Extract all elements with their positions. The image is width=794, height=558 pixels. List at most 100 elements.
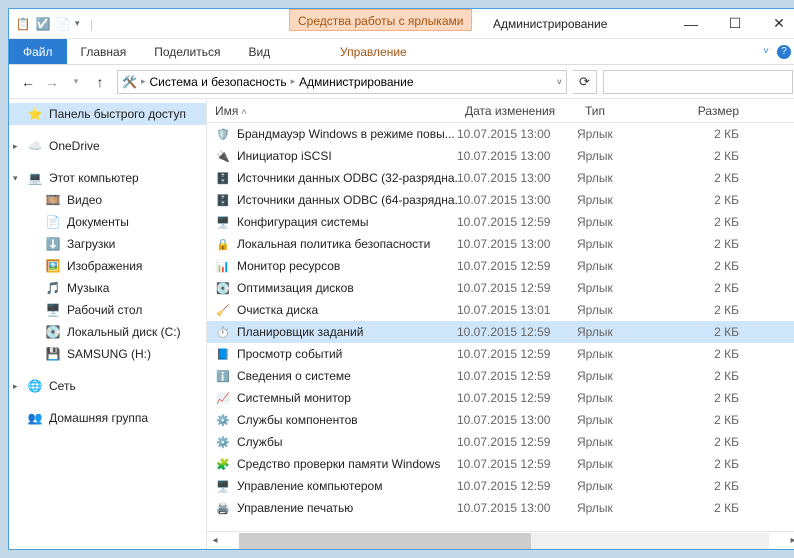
sidebar-localdisk[interactable]: 💽Локальный диск (C:) [9, 321, 206, 343]
file-row[interactable]: ⏱️Планировщик заданий10.07.2015 12:59Ярл… [207, 321, 794, 343]
up-button[interactable]: ↑ [89, 71, 111, 93]
file-row[interactable]: ⚙️Службы10.07.2015 12:59Ярлык2 КБ [207, 431, 794, 453]
file-type: Ярлык [577, 413, 687, 427]
file-date: 10.07.2015 13:00 [457, 193, 577, 207]
file-size: 2 КБ [687, 259, 747, 273]
tab-view[interactable]: Вид [234, 39, 284, 64]
file-name: 🛡️Брандмауэр Windows в режиме повы... [207, 126, 457, 142]
file-type: Ярлык [577, 193, 687, 207]
file-row[interactable]: 🖥️Управление компьютером10.07.2015 12:59… [207, 475, 794, 497]
new-folder-icon[interactable]: ☑️ [35, 16, 51, 32]
address-bar[interactable]: 🛠️ ▸ Система и безопасность ▸ Администри… [117, 70, 567, 94]
collapse-ribbon-icon[interactable]: ˅ [763, 46, 769, 57]
help-icon[interactable]: ? [777, 45, 791, 59]
tab-file[interactable]: Файл [9, 39, 67, 64]
file-size: 2 КБ [687, 413, 747, 427]
file-row[interactable]: 🗄️Источники данных ODBC (32-разрядна...1… [207, 167, 794, 189]
header-type[interactable]: Тип [577, 104, 687, 118]
back-button[interactable]: ← [17, 71, 39, 93]
breadcrumb-system[interactable]: Система и безопасность [149, 75, 286, 89]
address-dropdown-icon[interactable]: ˅ [557, 77, 562, 87]
ribbon-tabs: Файл Главная Поделиться Вид Управление ˅… [9, 39, 794, 65]
file-name: 🧩Средство проверки памяти Windows [207, 456, 457, 472]
header-name[interactable]: Имя [207, 104, 457, 118]
scroll-left-icon[interactable]: ◂ [207, 535, 223, 546]
qat-dropdown-icon[interactable]: ▾ [75, 18, 80, 29]
picture-icon: 🖼️ [45, 258, 61, 274]
tab-manage[interactable]: Управление [326, 39, 421, 64]
cloud-icon: ☁️ [27, 138, 43, 154]
maximize-button[interactable]: ☐ [713, 10, 757, 38]
sidebar-downloads[interactable]: ⬇️Загрузки [9, 233, 206, 255]
forward-button[interactable]: → [41, 71, 63, 93]
scrollbar-track[interactable] [239, 533, 769, 549]
file-row[interactable]: 🛡️Брандмауэр Windows в режиме повы...10.… [207, 123, 794, 145]
tab-share[interactable]: Поделиться [140, 39, 234, 64]
music-icon: 🎵 [45, 280, 61, 296]
sidebar-documents[interactable]: 📄Документы [9, 211, 206, 233]
sidebar-desktop[interactable]: 🖥️Рабочий стол [9, 299, 206, 321]
file-date: 10.07.2015 13:00 [457, 171, 577, 185]
sidebar-samsung[interactable]: 💾SAMSUNG (H:) [9, 343, 206, 365]
file-row[interactable]: 📊Монитор ресурсов10.07.2015 12:59Ярлык2 … [207, 255, 794, 277]
sidebar-item-label: Рабочий стол [67, 303, 142, 317]
scrollbar-thumb[interactable] [239, 533, 531, 549]
chevron-right-icon[interactable]: ▸ [141, 76, 146, 87]
scroll-right-icon[interactable]: ▸ [785, 535, 794, 546]
file-row[interactable]: ⚙️Службы компонентов10.07.2015 13:00Ярлы… [207, 409, 794, 431]
file-row[interactable]: 🖥️Конфигурация системы10.07.2015 12:59Яр… [207, 211, 794, 233]
refresh-button[interactable]: ⟳ [573, 70, 597, 94]
file-row[interactable]: 🧹Очистка диска10.07.2015 13:01Ярлык2 КБ [207, 299, 794, 321]
file-size: 2 КБ [687, 479, 747, 493]
shortcut-icon: 📘 [215, 346, 231, 362]
file-type: Ярлык [577, 347, 687, 361]
horizontal-scrollbar[interactable]: ◂ ▸ [207, 531, 794, 549]
file-row[interactable]: 🖨️Управление печатью10.07.2015 13:00Ярлы… [207, 497, 794, 519]
file-row[interactable]: 🗄️Источники данных ODBC (64-разрядна...1… [207, 189, 794, 211]
sidebar-item-label: Документы [67, 215, 129, 229]
file-name: 🖥️Конфигурация системы [207, 214, 457, 230]
file-row[interactable]: 🧩Средство проверки памяти Windows10.07.2… [207, 453, 794, 475]
sidebar-homegroup[interactable]: 👥Домашняя группа [9, 407, 206, 429]
video-icon: 🎞️ [45, 192, 61, 208]
shortcut-icon: 🖥️ [215, 478, 231, 494]
divider: | [84, 16, 100, 32]
explorer-body: ⭐Панель быстрого доступ ☁️OneDrive 💻Этот… [9, 99, 794, 549]
file-date: 10.07.2015 12:59 [457, 259, 577, 273]
header-size[interactable]: Размер [687, 104, 747, 118]
sidebar-pictures[interactable]: 🖼️Изображения [9, 255, 206, 277]
sidebar-item-label: Музыка [67, 281, 109, 295]
file-size: 2 КБ [687, 127, 747, 141]
properties-icon[interactable]: 📋 [15, 16, 31, 32]
breadcrumb-admin[interactable]: Администрирование [299, 75, 413, 89]
shortcut-icon: 🗄️ [215, 170, 231, 186]
sidebar-music[interactable]: 🎵 Музыка [9, 277, 206, 299]
doc-icon[interactable]: 📄 [55, 16, 71, 32]
sidebar-item-label: SAMSUNG (H:) [67, 347, 151, 361]
chevron-right-icon[interactable]: ▸ [291, 76, 296, 87]
file-row[interactable]: 🔒Локальная политика безопасности10.07.20… [207, 233, 794, 255]
file-row[interactable]: 🔌Инициатор iSCSI10.07.2015 13:00Ярлык2 К… [207, 145, 794, 167]
header-date[interactable]: Дата изменения [457, 104, 577, 118]
window-controls: — ☐ ✕ [669, 10, 794, 38]
file-type: Ярлык [577, 369, 687, 383]
close-button[interactable]: ✕ [757, 10, 794, 38]
file-row[interactable]: 💽Оптимизация дисков10.07.2015 12:59Ярлык… [207, 277, 794, 299]
tab-home[interactable]: Главная [67, 39, 141, 64]
sidebar-videos[interactable]: 🎞️Видео [9, 189, 206, 211]
recent-dropdown[interactable]: ▾ [65, 71, 87, 93]
minimize-button[interactable]: — [669, 10, 713, 38]
sidebar-network[interactable]: 🌐Сеть [9, 375, 206, 397]
search-input[interactable] [603, 70, 793, 94]
file-size: 2 КБ [687, 501, 747, 515]
file-row[interactable]: 📘Просмотр событий10.07.2015 12:59Ярлык2 … [207, 343, 794, 365]
sidebar-item-label: Загрузки [67, 237, 115, 251]
sidebar-quick-access[interactable]: ⭐Панель быстрого доступ [9, 103, 206, 125]
sidebar-thispc[interactable]: 💻Этот компьютер [9, 167, 206, 189]
file-type: Ярлык [577, 435, 687, 449]
file-row[interactable]: ℹ️Сведения о системе10.07.2015 12:59Ярлы… [207, 365, 794, 387]
file-name: 🔌Инициатор iSCSI [207, 148, 457, 164]
sidebar-onedrive[interactable]: ☁️OneDrive [9, 135, 206, 157]
file-row[interactable]: 📈Системный монитор10.07.2015 12:59Ярлык2… [207, 387, 794, 409]
shortcut-icon: 💽 [215, 280, 231, 296]
